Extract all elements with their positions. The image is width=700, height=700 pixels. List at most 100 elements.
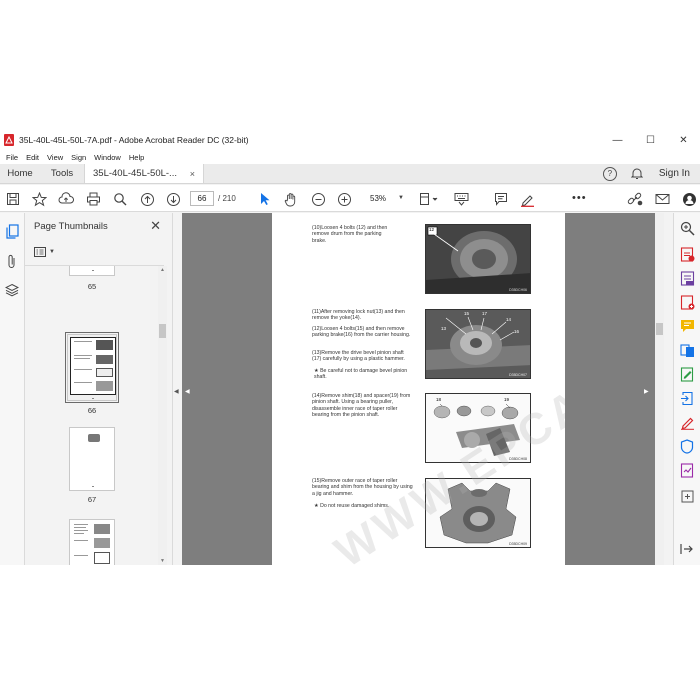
scroll-up-icon[interactable]: ▲ (159, 266, 166, 274)
page-display-icon[interactable] (418, 190, 442, 208)
select-cursor-icon[interactable] (256, 190, 274, 208)
page-number-input[interactable]: 66 (190, 191, 214, 206)
thumbnail-page-68[interactable] (69, 519, 115, 565)
export-pdf-icon[interactable] (680, 247, 695, 262)
more-tools-rail-icon[interactable] (680, 489, 695, 504)
previous-page-icon[interactable] (138, 190, 156, 208)
maximize-button[interactable]: ☐ (634, 130, 667, 150)
drum-photo-image (426, 225, 530, 293)
send-for-signature-icon[interactable] (680, 463, 695, 478)
left-navigation-rail (0, 213, 25, 565)
expand-right-icon[interactable]: ▶ (644, 388, 649, 395)
minimize-button[interactable]: — (601, 130, 634, 150)
title-bar: 35L-40L-45L-50L-7A.pdf - Adobe Acrobat R… (0, 130, 700, 150)
photo-label-14: 14 (506, 317, 512, 322)
photo-label-17: 17 (482, 311, 488, 316)
thumbnail-options-menu[interactable]: ▼ (34, 245, 55, 259)
thumbnail-list: 65 66 67 (25, 266, 158, 565)
thumbnail-label-65: 65 (87, 282, 97, 291)
close-window-button[interactable]: ✕ (667, 130, 700, 150)
thumbnail-page-67[interactable] (69, 427, 115, 491)
photo-caption-2: D35DCH07 (509, 373, 527, 377)
document-scrollbar[interactable] (655, 213, 664, 565)
tab-tools[interactable]: Tools (40, 164, 84, 183)
step-10-text: (10)Loosen 4 bolts (12) and then remove … (312, 225, 388, 244)
acrobat-window: 35L-40L-45L-50L-7A.pdf - Adobe Acrobat R… (0, 130, 700, 565)
menu-window[interactable]: Window (90, 153, 125, 162)
layers-icon[interactable] (4, 282, 20, 298)
comment-icon[interactable] (492, 190, 510, 208)
step-11-text: (11)After removing lock nut(13) and then… (312, 309, 405, 322)
create-pdf-icon[interactable] (680, 295, 695, 310)
share-link-icon[interactable] (626, 190, 644, 208)
fill-sign-icon[interactable] (680, 415, 695, 430)
page-thumbnails-icon[interactable] (4, 223, 20, 239)
enhance-scan-icon[interactable] (680, 391, 695, 406)
help-icon[interactable]: ? (602, 166, 617, 181)
menu-help[interactable]: Help (125, 153, 148, 162)
document-scroll-thumb[interactable] (656, 323, 663, 335)
combine-files-icon[interactable] (680, 343, 695, 358)
window-title: 35L-40L-45L-50L-7A.pdf - Adobe Acrobat R… (19, 135, 249, 145)
menu-sign[interactable]: Sign (67, 153, 90, 162)
tab-document[interactable]: 35L-40L-45L-50L-... × (84, 164, 204, 183)
photo-label-18: 18 (436, 397, 442, 402)
tab-home[interactable]: Home (0, 164, 40, 183)
bell-icon[interactable] (630, 167, 643, 180)
paperclip-icon[interactable] (4, 253, 20, 269)
hand-tool-icon[interactable] (282, 190, 300, 208)
right-tools-rail (673, 213, 700, 565)
thumbnail-page-65[interactable] (69, 266, 115, 276)
search-icon[interactable] (111, 190, 129, 208)
step-12-text: (12)Loosen 4 bolts(15) and then remove p… (312, 326, 411, 339)
thumbnails-pane-title: Page Thumbnails (34, 220, 108, 232)
organize-pages-icon[interactable] (680, 271, 695, 286)
photo-label-12: 12 (429, 227, 435, 232)
chevron-down-icon: ▼ (398, 195, 404, 201)
photo-label-16: 16 (514, 329, 520, 334)
zoom-level-value: 53% (370, 194, 387, 203)
scroll-down-icon[interactable]: ▼ (159, 557, 166, 565)
tab-close-icon[interactable]: × (190, 169, 195, 179)
thumbnails-scroll-thumb[interactable] (159, 324, 166, 338)
step-13-note: ★ Be careful not to damage bevel pinion … (314, 368, 408, 381)
thumbnail-page-66[interactable] (67, 334, 117, 401)
menu-bar: File Edit View Sign Window Help (0, 150, 700, 164)
edit-pdf-icon[interactable] (680, 367, 695, 382)
chevron-down-icon: ▼ (49, 249, 55, 255)
photo-label-15: 15 (464, 311, 470, 316)
zoom-tool-icon[interactable] (680, 221, 695, 236)
zoom-level-select[interactable]: 53% ▼ (360, 191, 406, 206)
email-icon[interactable] (653, 190, 671, 208)
more-tools-icon[interactable]: ••• (572, 193, 587, 204)
protect-shield-icon[interactable] (680, 439, 695, 454)
print-icon[interactable] (84, 190, 102, 208)
account-icon[interactable] (680, 190, 698, 208)
bookmark-star-icon[interactable] (30, 190, 48, 208)
highlight-pen-icon[interactable] (518, 190, 536, 208)
collapse-pane-icon[interactable]: ◀ (174, 388, 179, 395)
photo-caption-4: D35DCH09 (509, 542, 527, 546)
comment-tool-icon[interactable] (680, 319, 695, 334)
close-pane-icon[interactable]: ✕ (150, 218, 161, 234)
photo-step-10: 12 D35DCH06 (425, 224, 531, 294)
keyboard-icon[interactable] (452, 190, 470, 208)
zoom-out-icon[interactable] (309, 190, 327, 208)
next-page-icon[interactable] (164, 190, 182, 208)
document-view[interactable]: ◀ (10)Loosen 4 bolts (12) and then remov… (182, 213, 655, 565)
cloud-upload-icon[interactable] (57, 190, 75, 208)
photo-step-11-13: 13 15 17 14 16 D35DCH07 (425, 309, 531, 379)
menu-edit[interactable]: Edit (22, 153, 43, 162)
collapse-tools-icon[interactable] (680, 543, 695, 558)
save-icon[interactable] (4, 190, 22, 208)
zoom-in-icon[interactable] (335, 190, 353, 208)
menu-file[interactable]: File (2, 153, 22, 162)
photo-label-13: 13 (441, 326, 447, 331)
expand-left-icon[interactable]: ◀ (185, 388, 190, 395)
page-thumbnails-pane: Page Thumbnails ✕ ▼ 65 66 67 ▲ ▼ (25, 213, 173, 565)
photo-caption-1: D35DCH06 (509, 288, 527, 292)
menu-view[interactable]: View (43, 153, 67, 162)
sign-in-button[interactable]: Sign In (649, 168, 700, 179)
thumbnails-scrollbar[interactable]: ▲ ▼ (158, 266, 167, 565)
carrier-housing-photo-image (426, 310, 530, 378)
